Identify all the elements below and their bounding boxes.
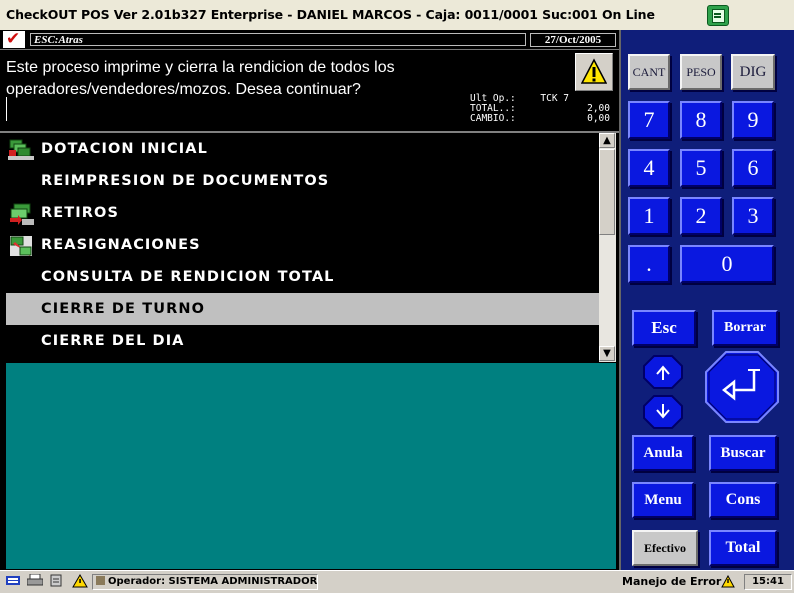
operator-status: Operador: SISTEMA ADMINISTRADOR — [92, 574, 318, 590]
key-5[interactable]: 5 — [680, 149, 722, 187]
reassign-icon — [8, 234, 34, 258]
key-4[interactable]: 4 — [628, 149, 670, 187]
scroll-down-button[interactable]: ▼ — [599, 346, 615, 361]
clock: 15:41 — [744, 574, 792, 590]
enter-button[interactable] — [704, 350, 780, 424]
change-value: 0,00 — [587, 113, 610, 124]
key-2[interactable]: 2 — [680, 197, 722, 235]
menu-item-label: DOTACION INICIAL — [41, 141, 208, 157]
printer-icon — [26, 573, 44, 587]
alert-icon — [72, 574, 88, 588]
key-1[interactable]: 1 — [628, 197, 670, 235]
arrow-up-button[interactable] — [642, 354, 684, 390]
checkmark-icon: ✔ — [3, 29, 25, 49]
warning-icon — [575, 53, 613, 91]
cant-button[interactable]: CANT — [628, 54, 670, 90]
last-op-value: TCK 7 — [540, 93, 569, 104]
anula-button[interactable]: Anula — [632, 435, 694, 471]
total-button[interactable]: Total — [709, 530, 777, 566]
cons-button[interactable]: Cons — [709, 482, 777, 518]
user-icon — [96, 576, 105, 585]
money-stack-icon — [8, 138, 34, 162]
key-0[interactable]: 0 — [680, 245, 774, 283]
menu-item-cierre-turno[interactable]: CIERRE DE TURNO — [6, 293, 599, 325]
peso-button[interactable]: PESO — [680, 54, 722, 90]
text-cursor — [6, 97, 7, 121]
menu-item-label: CONSULTA DE RENDICION TOTAL — [41, 269, 335, 285]
arrow-down-icon — [643, 395, 683, 429]
arrow-down-button[interactable] — [642, 394, 684, 430]
menu-item-label: CIERRE DEL DIA — [41, 333, 185, 349]
key-9[interactable]: 9 — [732, 101, 774, 139]
menu-item-label: RETIROS — [41, 205, 119, 221]
menu-button[interactable]: Menu — [632, 482, 694, 518]
date-display: 27/Oct/2005 — [530, 33, 616, 47]
menu-item-dotacion-inicial[interactable]: DOTACION INICIAL — [6, 133, 599, 165]
scroll-thumb[interactable] — [599, 149, 615, 235]
buscar-button[interactable]: Buscar — [709, 435, 777, 471]
money-withdraw-icon — [8, 202, 34, 226]
arrow-up-icon — [643, 355, 683, 389]
menu-item-reasignaciones[interactable]: REASIGNACIONES — [6, 229, 599, 261]
confirm-message-line: Este proceso imprime y cierra la rendici… — [6, 59, 395, 76]
menu-item-label: REASIGNACIONES — [41, 237, 201, 253]
ticket-info-panel: Ult Op.: TCK 7 TOTAL..: 2,00 CAMBIO.: 0,00 — [465, 94, 615, 129]
key-8[interactable]: 8 — [680, 101, 722, 139]
menu-item-consulta-rendicion[interactable]: CONSULTA DE RENDICION TOTAL — [6, 261, 599, 293]
keyboard-icon — [6, 574, 20, 587]
app-tray-icon[interactable] — [707, 5, 729, 26]
work-area — [6, 363, 616, 569]
menu-scrollbar[interactable]: ▲ ▼ — [599, 133, 616, 362]
key-7[interactable]: 7 — [628, 101, 670, 139]
menu-item-reimpresion[interactable]: REIMPRESION DE DOCUMENTOS — [6, 165, 599, 197]
menu-item-cierre-dia[interactable]: CIERRE DEL DIA — [6, 325, 599, 357]
error-mode-label: Manejo de Error — [622, 575, 722, 588]
key-decimal[interactable]: . — [628, 245, 670, 283]
key-6[interactable]: 6 — [732, 149, 774, 187]
menu-item-retiros[interactable]: RETIROS — [6, 197, 599, 229]
operator-name: Operador: SISTEMA ADMINISTRADOR — [108, 576, 318, 587]
scroll-up-button[interactable]: ▲ — [599, 133, 615, 148]
dig-button[interactable]: DIG — [731, 54, 775, 90]
drawer-icon — [50, 574, 64, 587]
efectivo-button[interactable]: Efectivo — [632, 530, 698, 566]
menu-item-label: REIMPRESION DE DOCUMENTOS — [41, 173, 330, 189]
key-3[interactable]: 3 — [732, 197, 774, 235]
change-label: CAMBIO.: — [470, 113, 516, 124]
menu-item-label: CIERRE DE TURNO — [41, 301, 206, 317]
error-warning-icon — [721, 574, 735, 593]
borrar-button[interactable]: Borrar — [712, 310, 778, 346]
title-bar: CheckOUT POS Ver 2.01b327 Enterprise - D… — [0, 0, 794, 31]
esc-button[interactable]: Esc — [632, 310, 696, 346]
enter-icon — [705, 351, 779, 423]
esc-back-label[interactable]: ESC:Atras — [30, 33, 526, 46]
window-title: CheckOUT POS Ver 2.01b327 Enterprise - D… — [6, 7, 655, 22]
